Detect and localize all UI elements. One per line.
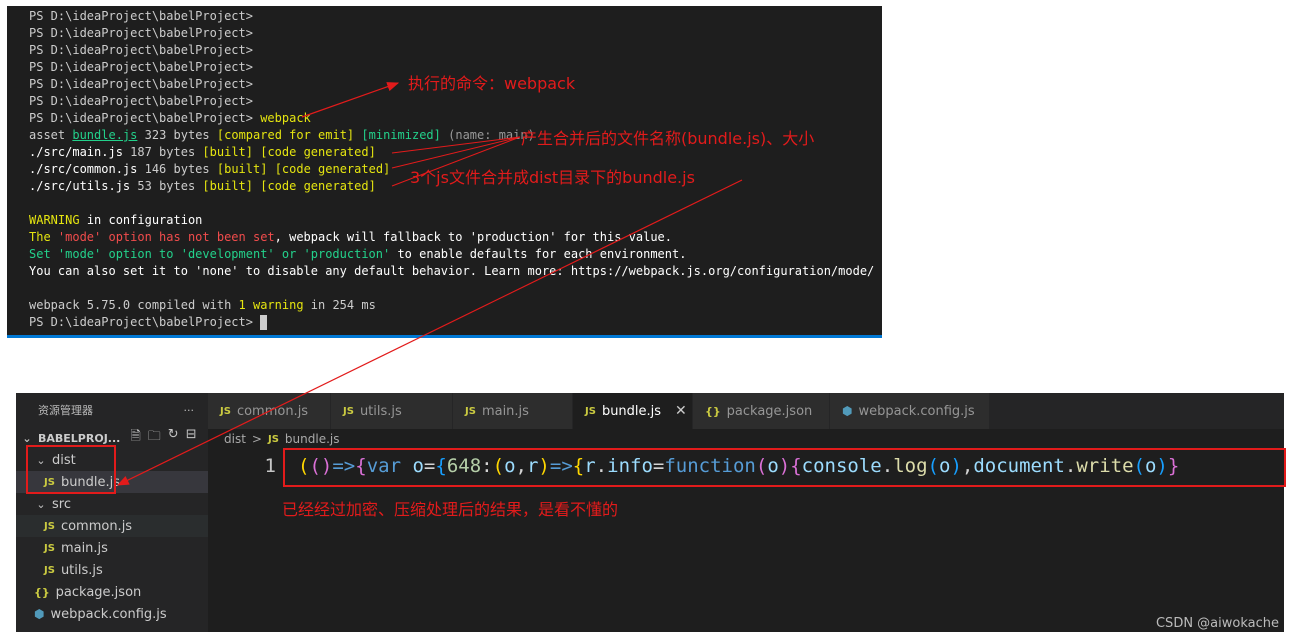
js-file-icon: JS	[220, 405, 231, 417]
warning-header: WARNING in configuration	[29, 213, 203, 227]
tab-bar: JS common.js JS utils.js JS main.js JS b…	[208, 393, 1284, 429]
terminal-cursor	[260, 315, 268, 330]
annotation-merge: 3个js文件合并成dist目录下的bundle.js	[410, 168, 695, 187]
close-icon[interactable]: ✕	[675, 403, 687, 419]
tree-file-common[interactable]: JS common.js	[16, 515, 208, 537]
json-file-icon: {}	[34, 585, 50, 599]
code-text: (()=>{var o={648:(o,r)=>{r.info=function…	[298, 455, 1180, 477]
tree-file-bundle[interactable]: JS bundle.js	[16, 471, 208, 493]
tab-bundle-js[interactable]: JS bundle.js ✕	[573, 393, 693, 429]
js-file-icon: JS	[44, 520, 55, 532]
tab-package-json[interactable]: {} package.json	[693, 393, 830, 429]
line-number: 1	[264, 455, 276, 477]
js-file-icon: JS	[267, 433, 279, 445]
breadcrumb-folder[interactable]: dist	[224, 432, 246, 446]
breadcrumb: dist > JS bundle.js	[208, 429, 1284, 449]
chevron-down-icon: ⌄	[36, 453, 46, 467]
annotation-result: 已经经过加密、压缩处理后的结果，是看不懂的	[282, 500, 619, 519]
webpack-config-icon: ⬢	[842, 404, 853, 418]
js-file-icon: JS	[343, 405, 354, 417]
tree-file-package[interactable]: {} package.json	[16, 581, 208, 603]
terminal-line: PS D:\ideaProject\babelProject>	[29, 26, 253, 40]
refresh-icon[interactable]: ↻	[168, 427, 179, 449]
js-file-icon: JS	[465, 405, 476, 417]
tree-file-utils[interactable]: JS utils.js	[16, 559, 208, 581]
compiled-line: webpack 5.75.0 compiled with 1 warning i…	[29, 298, 376, 312]
explorer-title: 资源管理器	[38, 404, 93, 417]
tab-main-js[interactable]: JS main.js	[453, 393, 573, 429]
tree-file-main[interactable]: JS main.js	[16, 537, 208, 559]
webpack-config-icon: ⬢	[34, 607, 45, 621]
code-line[interactable]: 1 (()=>{var o={648:(o,r)=>{r.info=functi…	[208, 449, 1180, 483]
chevron-down-icon: ⌄	[36, 497, 46, 511]
js-file-icon: JS	[44, 542, 55, 554]
explorer-header: 资源管理器 ···	[16, 393, 208, 427]
terminal-line: PS D:\ideaProject\babelProject>	[29, 43, 253, 57]
js-file-icon: JS	[585, 405, 596, 417]
terminal-prompt-line: PS D:\ideaProject\babelProject>	[29, 314, 882, 331]
warning-line-2: Set 'mode' option to 'development' or 'p…	[29, 247, 687, 261]
terminal-line: PS D:\ideaProject\babelProject>	[29, 94, 253, 108]
project-root[interactable]: ⌄ BABELPROJ... 🗎 🗀 ↻ ⊟	[16, 427, 208, 449]
asset-file[interactable]: bundle.js	[72, 128, 137, 142]
more-actions-icon[interactable]: ···	[184, 404, 195, 417]
terminal-command: webpack	[260, 111, 311, 125]
collapse-all-icon[interactable]: ⊟	[186, 427, 197, 449]
tab-common-js[interactable]: JS common.js	[208, 393, 331, 429]
annotation-output: 产生合并后的文件名称(bundle.js)、大小	[521, 129, 815, 148]
breadcrumb-separator: >	[251, 432, 262, 446]
tree-folder-src[interactable]: ⌄ src	[16, 493, 208, 515]
project-name: BABELPROJ...	[38, 431, 121, 445]
watermark: CSDN @aiwokache	[1155, 616, 1279, 631]
terminal-line: PS D:\ideaProject\babelProject>	[29, 9, 253, 23]
tree-folder-dist[interactable]: ⌄ dist	[16, 449, 208, 471]
tree-file-webpack-config[interactable]: ⬢ webpack.config.js	[16, 603, 208, 625]
new-file-icon[interactable]: 🗎	[130, 427, 140, 449]
js-file-icon: JS	[44, 476, 55, 488]
vscode-window: 资源管理器 ··· ⌄ BABELPROJ... 🗎 🗀 ↻ ⊟ ⌄ dist …	[16, 393, 1284, 632]
chevron-down-icon: ⌄	[22, 431, 32, 445]
json-file-icon: {}	[705, 404, 721, 418]
explorer-sidebar: 资源管理器 ··· ⌄ BABELPROJ... 🗎 🗀 ↻ ⊟ ⌄ dist …	[16, 393, 208, 632]
annotation-command: 执行的命令：webpack	[408, 74, 576, 93]
warning-line-3: You can also set it to 'none' to disable…	[29, 264, 875, 278]
tab-webpack-config[interactable]: ⬢ webpack.config.js	[830, 393, 990, 429]
breadcrumb-file[interactable]: bundle.js	[285, 432, 340, 446]
new-folder-icon[interactable]: 🗀	[148, 427, 161, 449]
js-file-icon: JS	[44, 564, 55, 576]
warning-line-1: The 'mode' option has not been set, webp…	[29, 230, 673, 244]
tab-utils-js[interactable]: JS utils.js	[331, 393, 453, 429]
